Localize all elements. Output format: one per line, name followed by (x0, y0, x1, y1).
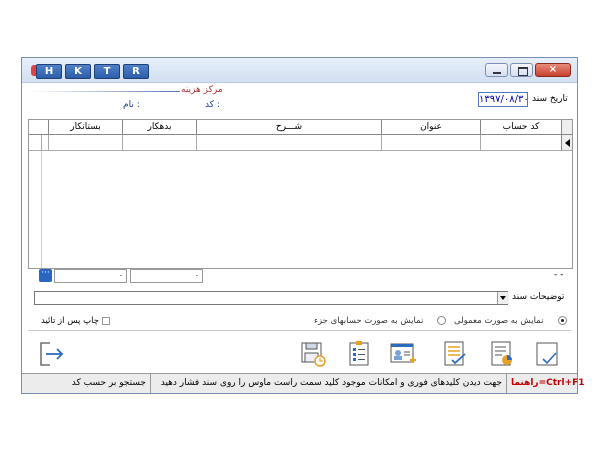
status-bar: راهنما=Ctrl+F1 جهت دیدن کلیدهای فوری و ا… (22, 373, 585, 393)
column-scroll-header (561, 120, 572, 134)
column-account-code[interactable]: کد حساب (480, 120, 561, 134)
print-after-confirm-label: چاپ پس از تائید (41, 316, 99, 326)
header-underline (30, 91, 180, 92)
cell-debit[interactable] (122, 135, 196, 150)
name-label: نام : (123, 100, 140, 110)
cell-description[interactable] (196, 135, 381, 150)
minimize-button[interactable] (485, 63, 508, 77)
column-debit[interactable]: بدهکار (122, 120, 196, 134)
save-history-icon[interactable] (299, 340, 327, 368)
hktr-toolbar: H K T R (36, 64, 149, 79)
chevron-down-icon[interactable] (497, 292, 509, 304)
title-bar: H K T R × (22, 58, 577, 83)
dash-text: - - (554, 270, 564, 280)
more-button[interactable]: ··· (39, 269, 52, 282)
debit-total-field: ۰ (54, 269, 127, 283)
k-button[interactable]: K (65, 64, 91, 79)
column-title[interactable]: عنوان (381, 120, 480, 134)
cell-account-code[interactable] (480, 135, 561, 150)
r-button[interactable]: R (123, 64, 149, 79)
radio-normal-label: نمایش به صورت معمولی (454, 316, 544, 326)
checklist-icon[interactable] (345, 340, 373, 368)
grid-header: کد حساب عنوان شـــرح بدهکار بستانکار (29, 120, 572, 135)
document-window: H K T R × مرکز هزینه کد : نام : ۱۳۹۷/۰۸/… (21, 57, 585, 394)
radio-detail-view[interactable] (437, 316, 446, 325)
doc-date-field[interactable]: ۱۳۹۷/۰۸/۳۰ (478, 92, 529, 107)
column-description[interactable]: شـــرح (196, 120, 381, 134)
credit-total-value: ۰ (194, 271, 199, 280)
radio-detail-label: نمایش به صورت حسابهای جزء (314, 316, 424, 326)
print-after-confirm-checkbox[interactable] (102, 317, 110, 325)
table-row[interactable] (29, 135, 572, 151)
add-user-icon[interactable] (389, 340, 417, 368)
new-document-icon[interactable] (534, 340, 562, 368)
h-button[interactable]: H (36, 64, 62, 79)
description-label: توضیحات سند (512, 292, 565, 302)
help-text: جهت دیدن کلیدهای فوری و امکانات موجود کل… (150, 374, 506, 393)
debit-total-value: ۰ (118, 271, 123, 280)
description-combo[interactable] (34, 291, 509, 305)
search-mode-text: جستجو بر حسب کد (71, 378, 146, 388)
t-button[interactable]: T (94, 64, 120, 79)
code-label: کد : (205, 100, 220, 110)
cell-left-edge (41, 135, 48, 150)
maximize-button[interactable] (510, 63, 533, 77)
help-shortcut-label: راهنما=Ctrl+F1 (506, 374, 585, 393)
cost-center-label: مرکز هزینه (181, 85, 223, 95)
window-controls: × (485, 63, 571, 77)
exit-icon[interactable] (38, 340, 66, 368)
close-button[interactable]: × (535, 63, 571, 77)
column-credit[interactable]: بستانکار (48, 120, 122, 134)
document-grid: کد حساب عنوان شـــرح بدهکار بستانکار (28, 119, 573, 269)
doc-date-label: تاریخ سند (532, 94, 568, 104)
confirm-list-icon[interactable] (441, 340, 469, 368)
cell-credit[interactable] (48, 135, 122, 150)
cell-title[interactable] (381, 135, 480, 150)
row-pointer-icon (561, 135, 572, 150)
toolbar-separator (28, 330, 571, 331)
credit-total-field: ۰ (130, 269, 203, 283)
radio-normal-view[interactable] (558, 316, 567, 325)
report-chart-icon[interactable] (488, 340, 516, 368)
